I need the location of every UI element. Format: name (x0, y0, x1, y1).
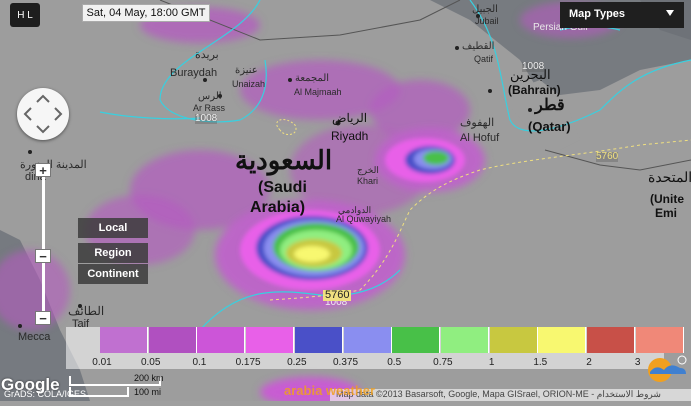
legend-swatch (294, 327, 343, 353)
label-taif-ar: الطائف (68, 304, 105, 318)
label-qatar-ar: قطر (535, 97, 565, 114)
scale-mi-label: 100 mi (134, 387, 162, 397)
legend-label: 0.75 (433, 357, 453, 368)
label-hofuf-ar: الهفوف (460, 117, 495, 129)
label-majmaah-ar: المجمعة (295, 73, 330, 84)
label-ar-rass: Ar Rass (193, 103, 226, 113)
precip-legend: 0.01 0.05 0.1 0.175 0.25 0.375 0.5 0.75 1 1.5 2 3 (66, 327, 684, 369)
legend-swatch (440, 327, 489, 353)
label-uae-1: (Unite (650, 192, 684, 206)
legend-swatch (587, 327, 635, 353)
legend-swatch (489, 327, 538, 353)
map-types-label: Map Types (569, 8, 626, 20)
legend-swatch (100, 327, 148, 353)
legend-label: 0.1 (192, 357, 207, 368)
label-madinah-ar: المدينة المنورة (20, 159, 87, 171)
contour-label-5760-a: 5760 (596, 151, 619, 162)
pan-arrows-icon (23, 94, 63, 134)
legend-label: 0.375 (332, 357, 359, 368)
hl-logo[interactable]: H L (10, 3, 40, 27)
legend-label: 0.25 (287, 357, 307, 368)
label-kharj-ar: الخرج (357, 165, 379, 175)
legend-label: 2 (586, 357, 592, 368)
label-qatar: (Qatar) (528, 119, 571, 134)
label-unaizah-ar: عنيزة (235, 65, 258, 76)
label-quwayiyah: Al Quwayiyah (336, 214, 392, 224)
scale-km-label: 200 km (134, 373, 164, 383)
zoom-slider-track[interactable] (42, 170, 45, 320)
label-saudi-en-2: Arabia) (250, 199, 306, 216)
label-unaizah: Unaizah (232, 79, 266, 89)
arabia-weather-watermark: arabia weather (284, 383, 376, 398)
pan-control[interactable] (17, 88, 69, 140)
label-saudi-en-1: (Saudi (258, 179, 307, 196)
contour-label-1008-a: 1008 (195, 113, 218, 124)
legend-swatch (392, 327, 441, 353)
legend-label: 0.01 (92, 357, 112, 368)
label-ar-rass-ar: الرس (198, 91, 222, 102)
legend-label: 0.05 (140, 357, 161, 368)
label-riyadh: Riyadh (331, 129, 369, 143)
legend-swatch (197, 327, 246, 353)
label-qatif-ar: القطيف (462, 41, 495, 52)
label-mecca: Mecca (18, 331, 51, 343)
map-types-dropdown[interactable]: Map Types (560, 2, 684, 28)
legend-swatch (246, 327, 295, 353)
zoom-level-handle[interactable]: − (35, 249, 51, 263)
label-saudi-ar: السعودية (235, 145, 333, 175)
label-buraydah: Buraydah (170, 67, 218, 79)
label-uae-2: Emi (655, 206, 678, 220)
zoom-in-button[interactable]: + (35, 163, 51, 177)
label-qatif: Qatif (474, 54, 494, 64)
chevron-down-icon (666, 10, 674, 16)
contour-label-1008-b: 1008 (522, 61, 545, 72)
label-jubail: Jubail (475, 16, 499, 26)
scale-region-button[interactable]: Region (78, 243, 148, 263)
legend-swatch (148, 327, 197, 353)
datetime-display: Sat, 04 May, 18:00 GMT (82, 4, 210, 22)
legend-label: 1.5 (533, 357, 548, 368)
scale-continent-button[interactable]: Continent (78, 264, 148, 284)
legend-swatch (635, 327, 684, 353)
legend-label: 0.5 (387, 357, 402, 368)
hl-logo-text: H L (17, 9, 33, 21)
legend-swatch (343, 327, 392, 353)
label-hofuf: Al Hofuf (460, 132, 500, 144)
scale-local-button[interactable]: Local (78, 218, 148, 238)
zoom-out-button[interactable]: − (35, 311, 51, 325)
map-data-text: Map data ©2013 Basarsoft, Google, Mapa G… (336, 389, 661, 399)
legend-label: 0.175 (235, 357, 261, 368)
contour-label-5760-b: 5760 (323, 289, 352, 301)
label-bahrain: (Bahrain) (508, 83, 561, 97)
legend-swatch (538, 327, 587, 353)
label-kharj: Khari (357, 176, 379, 186)
label-riyadh-ar: الرياض (332, 111, 368, 125)
map-scale-bar: 200 km 100 mi (68, 373, 164, 398)
label-uae-ar: المتحدة (648, 169, 691, 185)
weather-logo-icon[interactable] (646, 354, 688, 384)
legend-label: 1 (488, 357, 495, 368)
legend-label: 3 (634, 357, 641, 368)
label-jubail-ar: الجبيل (472, 4, 498, 15)
label-majmaah: Al Majmaah (294, 87, 342, 97)
label-buraydah-ar: بريدة (195, 49, 219, 61)
map-data-attribution[interactable]: Map data ©2013 Basarsoft, Google, Mapa G… (330, 389, 691, 401)
